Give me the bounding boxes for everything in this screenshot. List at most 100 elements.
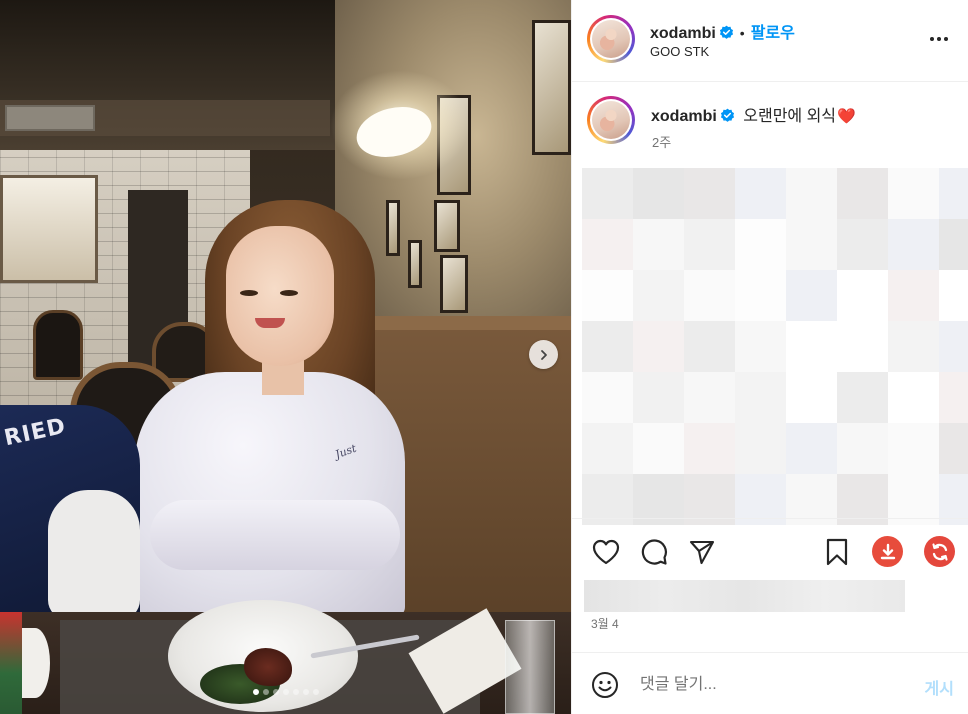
heart-icon (592, 539, 620, 565)
blur-cell (786, 219, 837, 270)
blurred-likes (584, 580, 905, 612)
comment-input[interactable] (640, 672, 910, 698)
photo-chair (33, 310, 83, 380)
comment-button[interactable] (638, 536, 670, 568)
verified-badge-icon (719, 25, 733, 39)
photo-bottle (0, 612, 22, 714)
avatar (592, 101, 630, 139)
blur-cell (939, 270, 968, 321)
carousel-dot (282, 689, 289, 695)
photo-frame (408, 240, 422, 288)
blur-cell (633, 168, 684, 219)
blur-cell (684, 372, 735, 423)
header-avatar[interactable] (587, 15, 635, 63)
blur-cell (888, 372, 939, 423)
location-link[interactable]: GOO STK (650, 44, 709, 59)
blur-cell (939, 219, 968, 270)
bookmark-icon (826, 538, 848, 566)
photo-eye (280, 290, 298, 296)
blur-cell (837, 168, 888, 219)
photo-face (226, 226, 334, 366)
carousel-dot (262, 689, 269, 695)
blur-cell (684, 219, 735, 270)
carousel-dot (252, 689, 259, 695)
blur-cell (786, 423, 837, 474)
blur-cell (735, 168, 786, 219)
header-username[interactable]: xodambi (650, 25, 716, 42)
photo-steak (244, 648, 292, 686)
blur-cell (582, 372, 633, 423)
carousel-next-button[interactable] (529, 340, 558, 369)
carousel-dots (0, 689, 571, 695)
blur-cell (684, 423, 735, 474)
blur-cell (684, 321, 735, 372)
header-user-line: xodambi • 팔로우 (650, 19, 795, 43)
caption-line: xodambi 오랜만에 외식❤️ (651, 102, 856, 126)
blur-cell (582, 219, 633, 270)
blur-cell (633, 321, 684, 372)
blur-cell (786, 321, 837, 372)
post-side-panel: xodambi • 팔로우 GOO STK xodambi 오랜만에 외식❤️ 2… (571, 0, 968, 714)
post-comment-button[interactable]: 게시 (925, 675, 954, 699)
blur-cell (939, 423, 968, 474)
heart-emoji-icon: ❤️ (837, 108, 856, 125)
blur-cell (582, 168, 633, 219)
emoji-button[interactable] (590, 670, 620, 700)
post-photo[interactable]: Just RIED (0, 0, 571, 714)
blur-cell (633, 423, 684, 474)
carousel-dot (272, 689, 279, 695)
blur-cell (633, 219, 684, 270)
blur-cell (786, 168, 837, 219)
chevron-right-icon (540, 349, 547, 360)
blur-cell (684, 270, 735, 321)
photo-frame (440, 255, 468, 313)
carousel-dot (302, 689, 309, 695)
photo-glass (505, 620, 555, 714)
carousel-dot (292, 689, 299, 695)
repost-button[interactable] (924, 536, 955, 567)
blur-cell (888, 168, 939, 219)
blur-cell (735, 321, 786, 372)
smiley-icon (592, 672, 618, 698)
paper-plane-icon (689, 540, 715, 565)
caption-username[interactable]: xodambi (651, 108, 717, 125)
blurred-comments (582, 168, 968, 525)
photo-arms (150, 500, 400, 570)
photo-ac-unit (5, 105, 95, 131)
follow-button[interactable]: 팔로우 (751, 25, 795, 42)
blur-cell (888, 321, 939, 372)
photo-frame (386, 200, 400, 256)
blur-cell (888, 423, 939, 474)
caption-text: 오랜만에 외식 (743, 108, 837, 125)
like-button[interactable] (590, 536, 622, 568)
photo-frame (434, 200, 460, 252)
carousel-dot (312, 689, 319, 695)
comment-composer: 게시 (572, 652, 968, 714)
caption-avatar[interactable] (587, 96, 635, 144)
blur-cell (735, 270, 786, 321)
blur-cell (684, 168, 735, 219)
blur-cell (939, 321, 968, 372)
photo-shelf (0, 175, 98, 283)
verified-badge-icon (720, 108, 734, 122)
more-horizontal-icon (930, 37, 948, 41)
save-button[interactable] (821, 536, 853, 568)
blur-cell (888, 270, 939, 321)
comment-bubble-icon (641, 539, 667, 565)
blur-cell (633, 372, 684, 423)
blur-cell (735, 423, 786, 474)
blur-cell (837, 321, 888, 372)
more-options-button[interactable] (927, 27, 951, 51)
download-button[interactable] (872, 536, 903, 567)
post-date: 3월 4 (591, 617, 619, 631)
blur-cell (582, 321, 633, 372)
blur-cell (582, 270, 633, 321)
share-button[interactable] (686, 536, 718, 568)
separator-dot: • (739, 25, 745, 41)
photo-wood-ledge (360, 316, 571, 330)
photo-side-plate (20, 628, 50, 698)
blur-cell (837, 219, 888, 270)
blur-cell (837, 372, 888, 423)
blur-cell (582, 423, 633, 474)
download-icon (880, 543, 895, 559)
